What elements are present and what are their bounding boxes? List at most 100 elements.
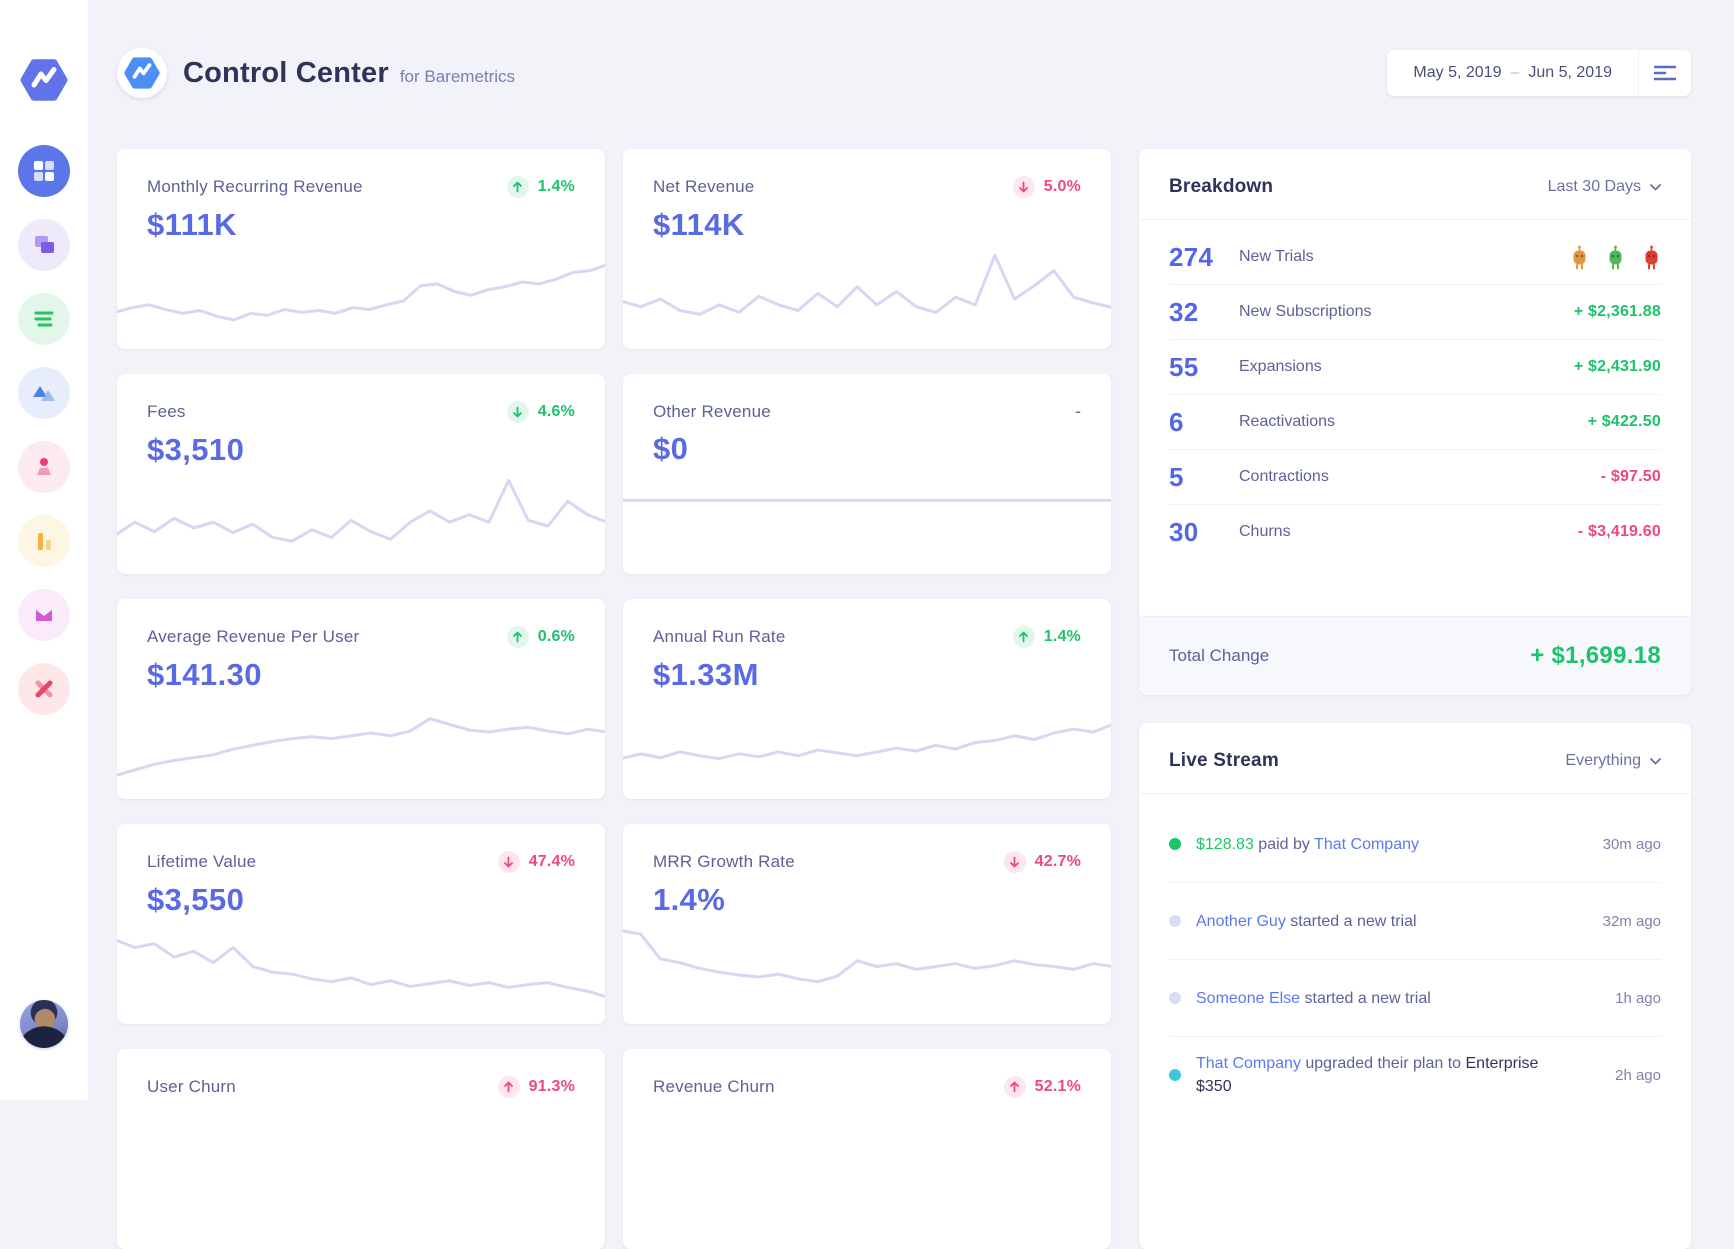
trial-monster-avatar-2[interactable]: [1606, 245, 1625, 270]
page-subtitle: for Baremetrics: [400, 67, 515, 87]
metric-card[interactable]: Lifetime Value47.4%$3,550: [117, 824, 605, 1024]
date-separator: –: [1510, 64, 1519, 82]
live-stream-time: 30m ago: [1591, 836, 1661, 853]
metric-change-value: 91.3%: [529, 1078, 575, 1096]
live-stream-item: That Company upgraded their plan to Ente…: [1169, 1037, 1661, 1113]
metric-card[interactable]: Other Revenue- $0: [623, 374, 1111, 574]
live-stream-item: Someone Else started a new trial 1h ago: [1169, 960, 1661, 1037]
breakdown-label: Reactivations: [1239, 413, 1335, 431]
metric-value: $3,510: [147, 432, 575, 468]
live-stream-item: Another Guy started a new trial32m ago: [1169, 883, 1661, 960]
metric-value: $111K: [147, 207, 575, 243]
metric-card[interactable]: Revenue Churn 52.1%: [623, 1049, 1111, 1249]
metric-card[interactable]: Monthly Recurring Revenue 1.4% $111K: [117, 149, 605, 349]
cyan-dot-icon: [1169, 1069, 1181, 1081]
breakdown-label: Churns: [1239, 523, 1291, 541]
live-stream-text: Someone Else started a new trial: [1196, 987, 1431, 1010]
dashboard-grid-icon: [32, 159, 56, 183]
metric-change-value: 1.4%: [538, 178, 575, 196]
sidebar-item-lists[interactable]: [18, 293, 70, 345]
metric-title: Revenue Churn: [653, 1077, 775, 1097]
envelope-icon: [32, 603, 56, 627]
customer-link[interactable]: That Company: [1314, 836, 1419, 853]
sparkline-chart: [623, 694, 1111, 789]
customer-link[interactable]: Someone Else: [1196, 990, 1300, 1007]
live-stream-time: 32m ago: [1591, 913, 1661, 930]
date-range-display[interactable]: May 5, 2019 – Jun 5, 2019: [1387, 50, 1638, 96]
customer-link[interactable]: Another Guy: [1196, 913, 1286, 930]
metric-change-badge: 47.4%: [498, 851, 575, 873]
sidebar-item-trends[interactable]: [18, 367, 70, 419]
trial-monster-avatar-1[interactable]: [1570, 245, 1589, 270]
breakdown-filter-dropdown[interactable]: Last 30 Days: [1548, 178, 1661, 196]
live-stream-card: Live Stream Everything $128.83 paid by T…: [1139, 723, 1691, 1249]
metric-card[interactable]: Net Revenue5.0%$114K: [623, 149, 1111, 349]
metric-card-header: Other Revenue-: [653, 401, 1081, 422]
metric-value: $1.33M: [653, 657, 1081, 693]
live-stream-text: $128.83 paid by That Company: [1196, 833, 1419, 856]
metric-card-header: User Churn 91.3%: [147, 1076, 575, 1098]
baremetrics-logo-icon[interactable]: [20, 56, 68, 109]
breakdown-value: + $2,431.90: [1574, 358, 1661, 376]
customer-link[interactable]: That Company: [1196, 1055, 1301, 1072]
metric-change-badge: 52.1%: [1004, 1076, 1081, 1098]
breakdown-row: 6Reactivations+ $422.50: [1169, 395, 1661, 450]
metric-change-none: -: [1075, 401, 1081, 422]
metric-change-badge: 4.6%: [507, 401, 575, 423]
breakdown-value: - $97.50: [1601, 468, 1661, 486]
live-stream-filter-dropdown[interactable]: Everything: [1565, 752, 1661, 770]
stream-text-part: $128.83: [1196, 836, 1254, 853]
metric-card[interactable]: Fees4.6%$3,510: [117, 374, 605, 574]
metric-cards-grid: Monthly Recurring Revenue 1.4% $111K Net Re…: [117, 149, 1111, 1249]
arrow-down-icon: [1013, 176, 1035, 198]
metric-change-value: 4.6%: [538, 403, 575, 421]
filter-lines-icon: [1654, 65, 1676, 81]
breakdown-label: New Trials: [1239, 248, 1314, 266]
metric-value: 1.4%: [653, 882, 1081, 918]
sidebar-item-messages[interactable]: [18, 589, 70, 641]
live-stream-list: $128.83 paid by That Company 30m ago Anoth…: [1139, 794, 1691, 1113]
metric-title: Monthly Recurring Revenue: [147, 177, 363, 197]
chevron-down-icon: [1650, 184, 1661, 191]
sidebar-item-dashboard[interactable]: [18, 145, 70, 197]
breakdown-value: - $3,419.60: [1578, 523, 1661, 541]
sparkline-chart: [623, 244, 1111, 339]
live-stream-text: That Company upgraded their plan to Ente…: [1196, 1052, 1566, 1098]
lavender-dot-icon: [1169, 992, 1181, 1004]
arrow-down-icon: [507, 401, 529, 423]
live-stream-item: $128.83 paid by That Company 30m ago: [1169, 806, 1661, 883]
breakdown-row: 274New Trials: [1169, 230, 1661, 285]
arrow-up-icon: [1013, 626, 1035, 648]
metric-card-header: Lifetime Value47.4%: [147, 851, 575, 873]
filter-button[interactable]: [1638, 50, 1691, 96]
metric-value: $141.30: [147, 657, 575, 693]
metric-change-value: 42.7%: [1035, 853, 1081, 871]
live-stream-filter-label: Everything: [1565, 752, 1641, 770]
metric-change-value: 1.4%: [1044, 628, 1081, 646]
sidebar-item-people[interactable]: [18, 441, 70, 493]
total-change-value: + $1,699.18: [1530, 642, 1661, 670]
metric-change-value: 52.1%: [1035, 1078, 1081, 1096]
metric-card[interactable]: MRR Growth Rate42.7%1.4%: [623, 824, 1111, 1024]
sidebar-item-segments[interactable]: [18, 219, 70, 271]
breakdown-row: 30 Churns - $3,419.60: [1169, 505, 1661, 559]
breakdown-count: 30: [1169, 517, 1225, 548]
trial-monster-avatar-3[interactable]: [1642, 245, 1661, 270]
metric-change-badge: 91.3%: [498, 1076, 575, 1098]
arrow-up-icon: [1004, 1076, 1026, 1098]
metric-card[interactable]: Annual Run Rate1.4%$1.33M: [623, 599, 1111, 799]
metric-title: User Churn: [147, 1077, 236, 1097]
sidebar-item-charts[interactable]: [18, 515, 70, 567]
live-stream-header: Live Stream Everything: [1139, 723, 1691, 794]
metric-value: $0: [653, 431, 1081, 467]
live-stream-time: 1h ago: [1603, 990, 1661, 1007]
metric-value: $114K: [653, 207, 1081, 243]
stream-text-part: upgraded their plan to: [1301, 1055, 1466, 1072]
sidebar-item-cancellations[interactable]: [18, 663, 70, 715]
user-avatar[interactable]: [20, 1000, 68, 1048]
sparkline-chart: [117, 919, 605, 1014]
breakdown-value: + $422.50: [1588, 413, 1661, 431]
metric-card[interactable]: Average Revenue Per User0.6%$141.30: [117, 599, 605, 799]
breakdown-row: 5Contractions- $97.50: [1169, 450, 1661, 505]
metric-card[interactable]: User Churn 91.3%: [117, 1049, 605, 1249]
